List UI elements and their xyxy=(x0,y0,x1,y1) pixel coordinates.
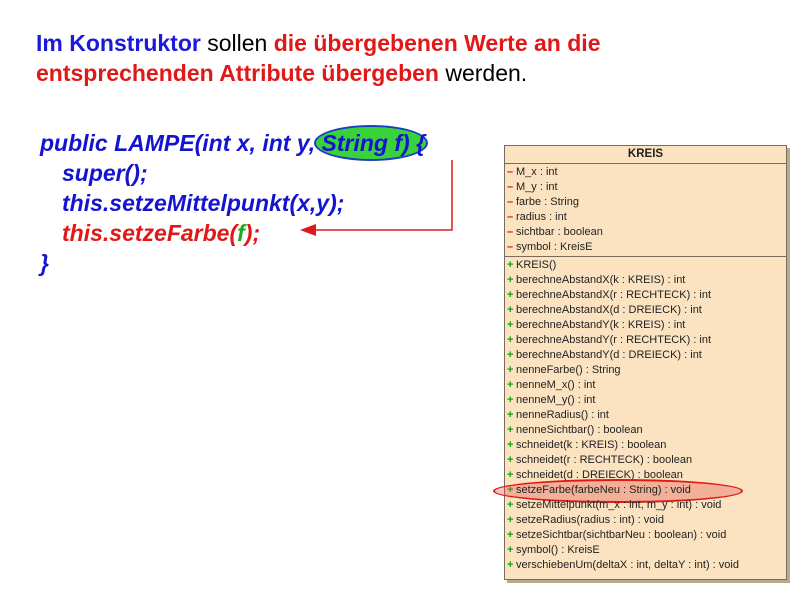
slide-heading: Im Konstruktor sollen die übergebenen We… xyxy=(36,28,756,88)
code-line-4: this.setzeFarbe(f); xyxy=(40,218,425,248)
code-line-2: super(); xyxy=(62,160,148,186)
visibility-marker: + xyxy=(507,394,514,406)
visibility-marker: – xyxy=(507,226,514,238)
uml-methods: + KREIS() + berechneAbstandX(k : KREIS) : i… xyxy=(493,257,786,574)
method-text: berechneAbstandY(k : KREIS) : int xyxy=(516,319,686,331)
visibility-marker: + xyxy=(507,469,514,481)
parameter-text: String f xyxy=(321,130,403,156)
visibility-marker: + xyxy=(507,529,514,541)
method-text: setzeRadius(radius : int) : void xyxy=(516,514,664,526)
method-row: + symbol() : KreisE xyxy=(507,543,786,558)
method-row: + berechneAbstandX(r : RECHTECK) : int xyxy=(507,288,786,303)
method-row: + berechneAbstandY(r : RECHTECK) : int xyxy=(507,333,786,348)
method-row: + nenneM_x() : int xyxy=(507,378,786,393)
visibility-marker: + xyxy=(507,379,514,391)
method-row: + setzeRadius(radius : int) : void xyxy=(507,513,786,528)
method-text: symbol() : KreisE xyxy=(516,544,600,556)
code-line-5: } xyxy=(40,250,49,276)
code-call-end: ); xyxy=(244,220,261,246)
method-row: + setzeFarbe(farbeNeu : String) : void xyxy=(493,479,786,503)
method-text: schneidet(k : KREIS) : boolean xyxy=(516,439,667,451)
method-row: + schneidet(r : RECHTECK) : boolean xyxy=(507,453,786,468)
attribute-row: – symbol : KreisE xyxy=(507,240,786,255)
method-text: setzeMittelpunkt(m_x : int, m_y : int) :… xyxy=(516,499,722,511)
attribute-text: symbol : KreisE xyxy=(516,241,593,253)
code-signature-end: ) { xyxy=(402,130,426,156)
visibility-marker: – xyxy=(507,196,514,208)
visibility-marker: + xyxy=(507,499,514,511)
visibility-marker: + xyxy=(507,439,514,451)
method-text: berechneAbstandX(k : KREIS) : int xyxy=(516,274,686,286)
heading-part-2: sollen xyxy=(200,30,274,56)
method-text: setzeSichtbar(sichtbarNeu : boolean) : v… xyxy=(516,529,727,541)
visibility-marker: + xyxy=(507,259,514,271)
method-row: + berechneAbstandX(k : KREIS) : int xyxy=(507,273,786,288)
visibility-marker: + xyxy=(507,319,514,331)
visibility-marker: – xyxy=(507,241,514,253)
heading-part-4: werden. xyxy=(438,60,528,86)
method-row: + nenneM_y() : int xyxy=(507,393,786,408)
attribute-text: M_y : int xyxy=(516,181,558,193)
visibility-marker: + xyxy=(507,559,514,571)
method-row: + berechneAbstandX(d : DREIECK) : int xyxy=(507,303,786,318)
method-text: nenneM_x() : int xyxy=(516,379,596,391)
code-line-1: public LAMPE(int x, int y, String f) { xyxy=(40,125,428,161)
visibility-marker: + xyxy=(507,544,514,556)
method-text: setzeFarbe(farbeNeu : String) : void xyxy=(516,484,691,496)
method-text: nenneRadius() : int xyxy=(516,409,609,421)
method-text: nenneFarbe() : String xyxy=(516,364,621,376)
method-text: nenneSichtbar() : boolean xyxy=(516,424,643,436)
method-row: + verschiebenUm(deltaX : int, deltaY : in… xyxy=(507,558,786,573)
attribute-text: sichtbar : boolean xyxy=(516,226,603,238)
visibility-marker: + xyxy=(507,409,514,421)
attribute-row: – farbe : String xyxy=(507,195,786,210)
heading-part-1: Im Konstruktor xyxy=(36,30,201,56)
code-line-3: this.setzeMittelpunkt(x,y); xyxy=(62,190,345,216)
visibility-marker: + xyxy=(507,454,514,466)
visibility-marker: – xyxy=(507,166,514,178)
visibility-marker: + xyxy=(507,364,514,376)
method-row: + setzeSichtbar(sichtbarNeu : boolean) : … xyxy=(507,528,786,543)
attribute-row: – M_y : int xyxy=(507,180,786,195)
method-row: + nenneFarbe() : String xyxy=(507,363,786,378)
visibility-marker: + xyxy=(507,289,514,301)
visibility-marker: – xyxy=(507,211,514,223)
method-row: + schneidet(k : KREIS) : boolean xyxy=(507,438,786,453)
visibility-marker: + xyxy=(507,274,514,286)
method-text: nenneM_y() : int xyxy=(516,394,596,406)
visibility-marker: + xyxy=(507,334,514,346)
uml-attributes: – M_x : int – M_y : int – farbe : String – radi… xyxy=(505,164,786,257)
method-text: berechneAbstandY(r : RECHTECK) : int xyxy=(516,334,712,346)
visibility-marker: + xyxy=(507,349,514,361)
method-row: + nenneRadius() : int xyxy=(507,408,786,423)
visibility-marker: + xyxy=(507,514,514,526)
attribute-row: – sichtbar : boolean xyxy=(507,225,786,240)
method-text: verschiebenUm(deltaX : int, deltaY : int… xyxy=(516,559,739,571)
attribute-text: M_x : int xyxy=(516,166,558,178)
attribute-row: – M_x : int xyxy=(507,165,786,180)
method-text: berechneAbstandY(d : DREIECK) : int xyxy=(516,349,702,361)
method-row: + berechneAbstandY(d : DREIECK) : int xyxy=(507,348,786,363)
method-row: + berechneAbstandY(k : KREIS) : int xyxy=(507,318,786,333)
attribute-text: radius : int xyxy=(516,211,567,223)
uml-class-diagram: KREIS – M_x : int – M_y : int – farbe : Strin… xyxy=(493,145,787,580)
code-param-f: f xyxy=(237,220,245,246)
method-row: + KREIS() xyxy=(507,258,786,273)
code-block: public LAMPE(int x, int y, String f) { s… xyxy=(40,125,428,278)
highlighted-parameter: String f xyxy=(313,125,428,161)
attribute-text: farbe : String xyxy=(516,196,579,208)
visibility-marker: + xyxy=(507,304,514,316)
code-constructor-signature: public LAMPE(int x, int y, xyxy=(40,130,322,156)
method-row: + nenneSichtbar() : boolean xyxy=(507,423,786,438)
method-row: + setzeMittelpunkt(m_x : int, m_y : int) … xyxy=(507,498,786,513)
code-setzefarbe-call: this.setzeFarbe( xyxy=(62,220,238,246)
uml-class-name: KREIS xyxy=(505,146,786,164)
method-text: KREIS() xyxy=(516,259,557,271)
method-text: berechneAbstandX(d : DREIECK) : int xyxy=(516,304,702,316)
attribute-row: – radius : int xyxy=(507,210,786,225)
method-text: schneidet(r : RECHTECK) : boolean xyxy=(516,454,693,466)
visibility-marker: + xyxy=(507,424,514,436)
method-text: berechneAbstandX(r : RECHTECK) : int xyxy=(516,289,712,301)
visibility-marker: – xyxy=(507,181,514,193)
